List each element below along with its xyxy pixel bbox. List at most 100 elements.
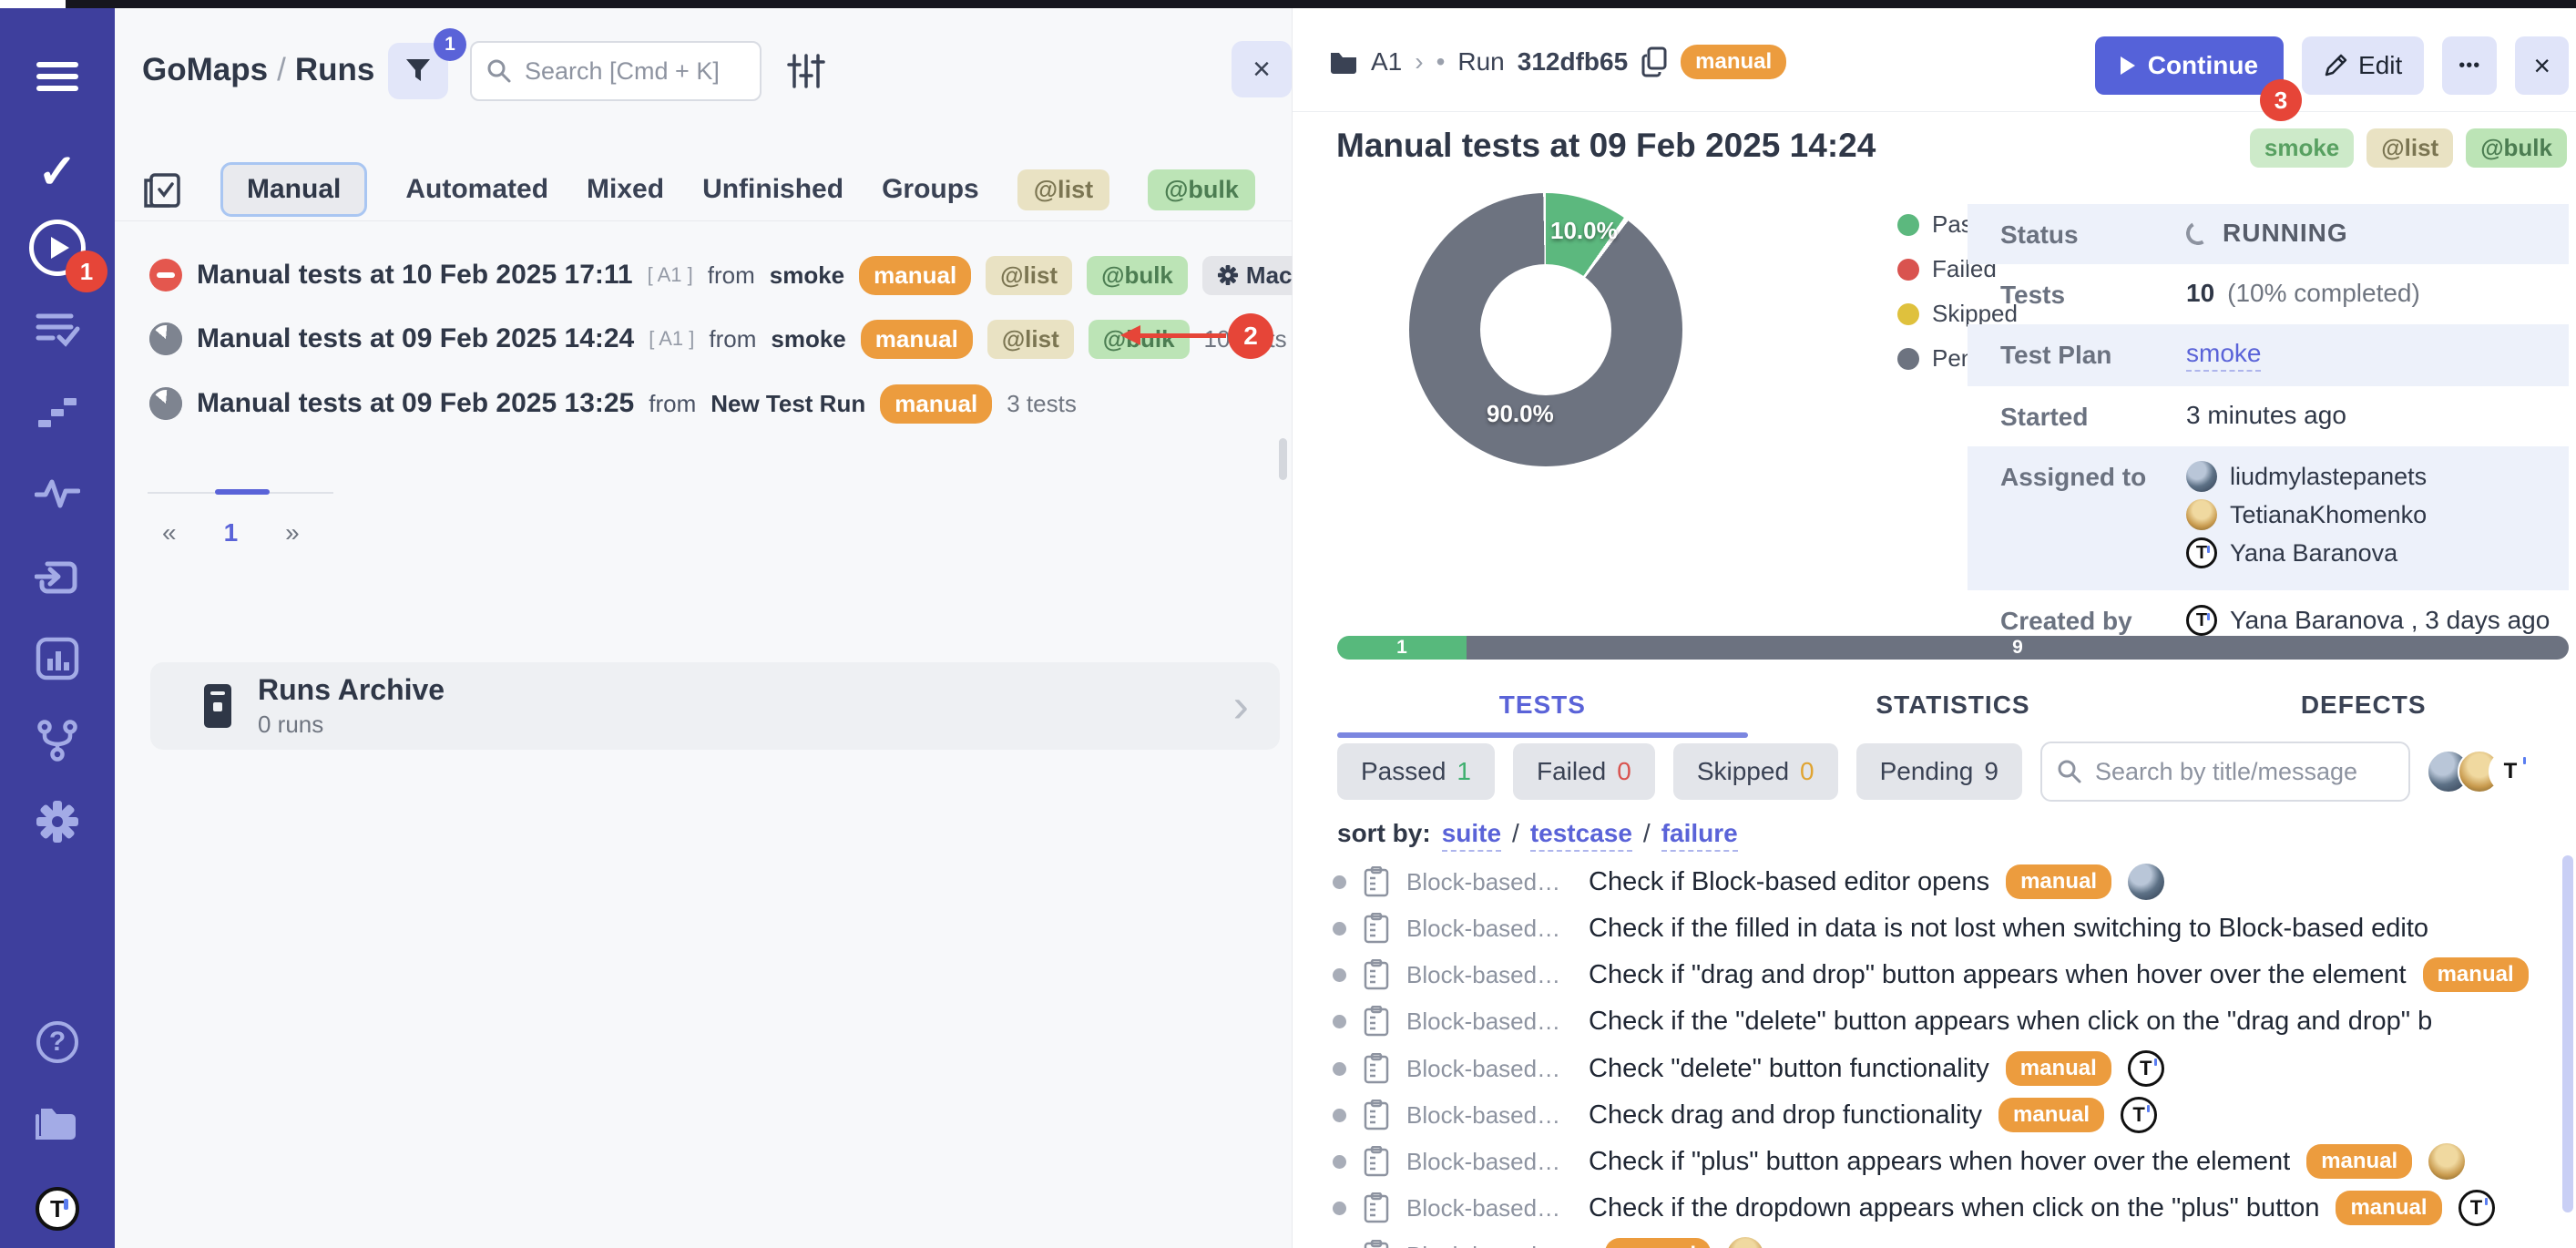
tag-filter-bulk[interactable]: @bulk (1148, 169, 1255, 210)
test-plan-link[interactable]: smoke (2186, 339, 2261, 372)
more-button[interactable]: ••• (2442, 36, 2497, 95)
run-list-item[interactable]: Manual tests at 09 Feb 2025 14:24 [ A1 ]… (149, 313, 1287, 364)
left-scrollbar-thumb[interactable] (1279, 438, 1287, 480)
sidebar-item-projects[interactable] (0, 1103, 115, 1145)
result-filters: Passed1 Failed0 Skipped0 Pending9 T (1337, 742, 2532, 802)
pagination-next[interactable]: » (285, 518, 300, 547)
test-suite: Block-based… (1406, 1242, 1572, 1248)
run-source: New Test Run (710, 390, 865, 418)
search-icon (2057, 759, 2082, 784)
status-dot (1333, 1155, 1346, 1169)
donut-passed-label: 10.0% (1550, 217, 1618, 245)
test-row[interactable]: Block-based… Check if "drag and drop" bu… (1333, 951, 2558, 998)
avatar: T (2186, 605, 2217, 636)
sidebar-item-activity[interactable] (0, 475, 115, 511)
runs-list-panel: GoMaps/Runs 1 × (115, 8, 1293, 1248)
sidebar-item-test-plans[interactable] (0, 309, 115, 349)
tab-manual[interactable]: Manual (220, 162, 367, 217)
divider (1293, 111, 2576, 112)
tab-statistics[interactable]: STATISTICS (1748, 678, 2159, 738)
archive-icon (201, 682, 234, 730)
right-scrollbar-thumb[interactable] (2562, 855, 2573, 1212)
clipboard-check-icon[interactable] (142, 169, 182, 210)
created-value: Yana Baranova , 3 days ago (2230, 606, 2550, 635)
sidebar-item-reports[interactable] (0, 637, 115, 680)
test-row[interactable]: Block-based… Check if the filled in data… (1333, 905, 2558, 952)
sidebar-item-imports[interactable] (0, 557, 115, 598)
sort-controls: sort by: suite / testcase / failure (1337, 819, 1738, 852)
test-title: Check if "drag and drop" button appears … (1589, 960, 2407, 990)
run-detail-panel: A1 › • Run 312dfb65 manual Continue Edit… (1293, 8, 2576, 1248)
steps-icon (36, 393, 78, 433)
sidebar-item-help[interactable]: ? (0, 1021, 115, 1063)
sidebar-item-milestones[interactable] (0, 393, 115, 433)
run-source: smoke (770, 261, 844, 290)
run-label: Run (1457, 47, 1504, 77)
adjustments-icon[interactable] (787, 52, 825, 95)
run-list-item[interactable]: Manual tests at 09 Feb 2025 13:25 from N… (149, 378, 1077, 429)
edit-button[interactable]: Edit (2302, 36, 2424, 95)
passed-dot (1897, 214, 1919, 236)
status-dot (1333, 875, 1346, 889)
filter-failed[interactable]: Failed0 (1513, 743, 1655, 800)
test-suite: Block-based… (1406, 1194, 1572, 1222)
user-avatar-button[interactable]: T (0, 1187, 115, 1231)
sort-by-testcase[interactable]: testcase (1530, 819, 1632, 852)
info-row-tests: Tests 10(10% completed) (1968, 264, 2569, 324)
tests-search-input[interactable] (2095, 758, 2394, 786)
tab-groups[interactable]: Groups (882, 174, 979, 205)
pagination-page-1[interactable]: 1 (224, 518, 239, 547)
info-row-started: Started 3 minutes ago (1968, 386, 2569, 446)
tab-tests[interactable]: TESTS (1337, 678, 1748, 738)
filter-passed[interactable]: Passed1 (1337, 743, 1495, 800)
runs-archive-card[interactable]: Runs Archive 0 runs › (150, 662, 1280, 750)
continue-button[interactable]: Continue (2095, 36, 2284, 95)
donut-pending-label: 90.0% (1487, 400, 1554, 428)
close-detail-button[interactable]: × (2515, 36, 2569, 95)
pagination-prev[interactable]: « (162, 518, 177, 547)
filter-skipped[interactable]: Skipped0 (1673, 743, 1838, 800)
assignee-avatar-stack[interactable]: T (2439, 750, 2532, 793)
sidebar-item-testcases[interactable]: ✓ (0, 145, 115, 199)
run-from-label: from (709, 325, 756, 353)
info-row-status: Status RUNNING (1968, 204, 2569, 264)
tag-filter-list[interactable]: @list (1017, 169, 1109, 210)
status-value: RUNNING (2223, 219, 2348, 248)
tab-automated[interactable]: Automated (405, 174, 548, 205)
test-row[interactable]: Block-based… Check if the "delete" butto… (1333, 997, 2558, 1045)
progress-passed-segment: 1 (1337, 636, 1467, 660)
test-row[interactable]: Block-based… manual (1333, 1232, 2558, 1248)
archive-title: Runs Archive (258, 673, 445, 707)
breadcrumb-project[interactable]: GoMaps (142, 52, 268, 87)
tab-defects[interactable]: DEFECTS (2158, 678, 2569, 738)
badge-manual: manual (859, 256, 971, 295)
test-row[interactable]: Block-based… Check if Block-based editor… (1333, 858, 2558, 905)
clipboard-icon (1363, 1100, 1390, 1130)
test-row[interactable]: Block-based… Check "delete" button funct… (1333, 1045, 2558, 1092)
pagination-thumb[interactable] (215, 489, 270, 495)
info-row-test-plan: Test Plan smoke (1968, 324, 2569, 386)
sidebar-item-settings[interactable] (0, 799, 115, 844)
filter-pending[interactable]: Pending9 (1856, 743, 2022, 800)
tab-mixed[interactable]: Mixed (587, 174, 664, 205)
sort-by-failure[interactable]: failure (1661, 819, 1738, 852)
tab-unfinished[interactable]: Unfinished (702, 174, 843, 205)
badge-manual: manual (861, 320, 973, 359)
breadcrumb-suite[interactable]: A1 (1371, 47, 1402, 77)
status-dot (1333, 1202, 1346, 1215)
test-row[interactable]: Block-based… Check if the dropdown appea… (1333, 1184, 2558, 1232)
annotation-step-2: 2 (1228, 313, 1273, 359)
tests-note: (10% completed) (2227, 279, 2420, 308)
started-value: 3 minutes ago (2186, 401, 2346, 430)
close-panel-button[interactable]: × (1232, 41, 1292, 97)
test-row[interactable]: Block-based… Check if "plus" button appe… (1333, 1138, 2558, 1185)
clipboard-icon (1363, 866, 1390, 897)
copy-icon[interactable] (1641, 46, 1668, 77)
sidebar-item-integrations[interactable] (0, 719, 115, 762)
test-row[interactable]: Block-based… Check drag and drop functio… (1333, 1091, 2558, 1139)
hamburger-menu-icon[interactable] (0, 56, 115, 97)
badge-list: @list (987, 320, 1074, 359)
search-input[interactable] (525, 57, 745, 86)
chevron-right-icon: › (1233, 679, 1249, 733)
sort-by-suite[interactable]: suite (1442, 819, 1501, 852)
